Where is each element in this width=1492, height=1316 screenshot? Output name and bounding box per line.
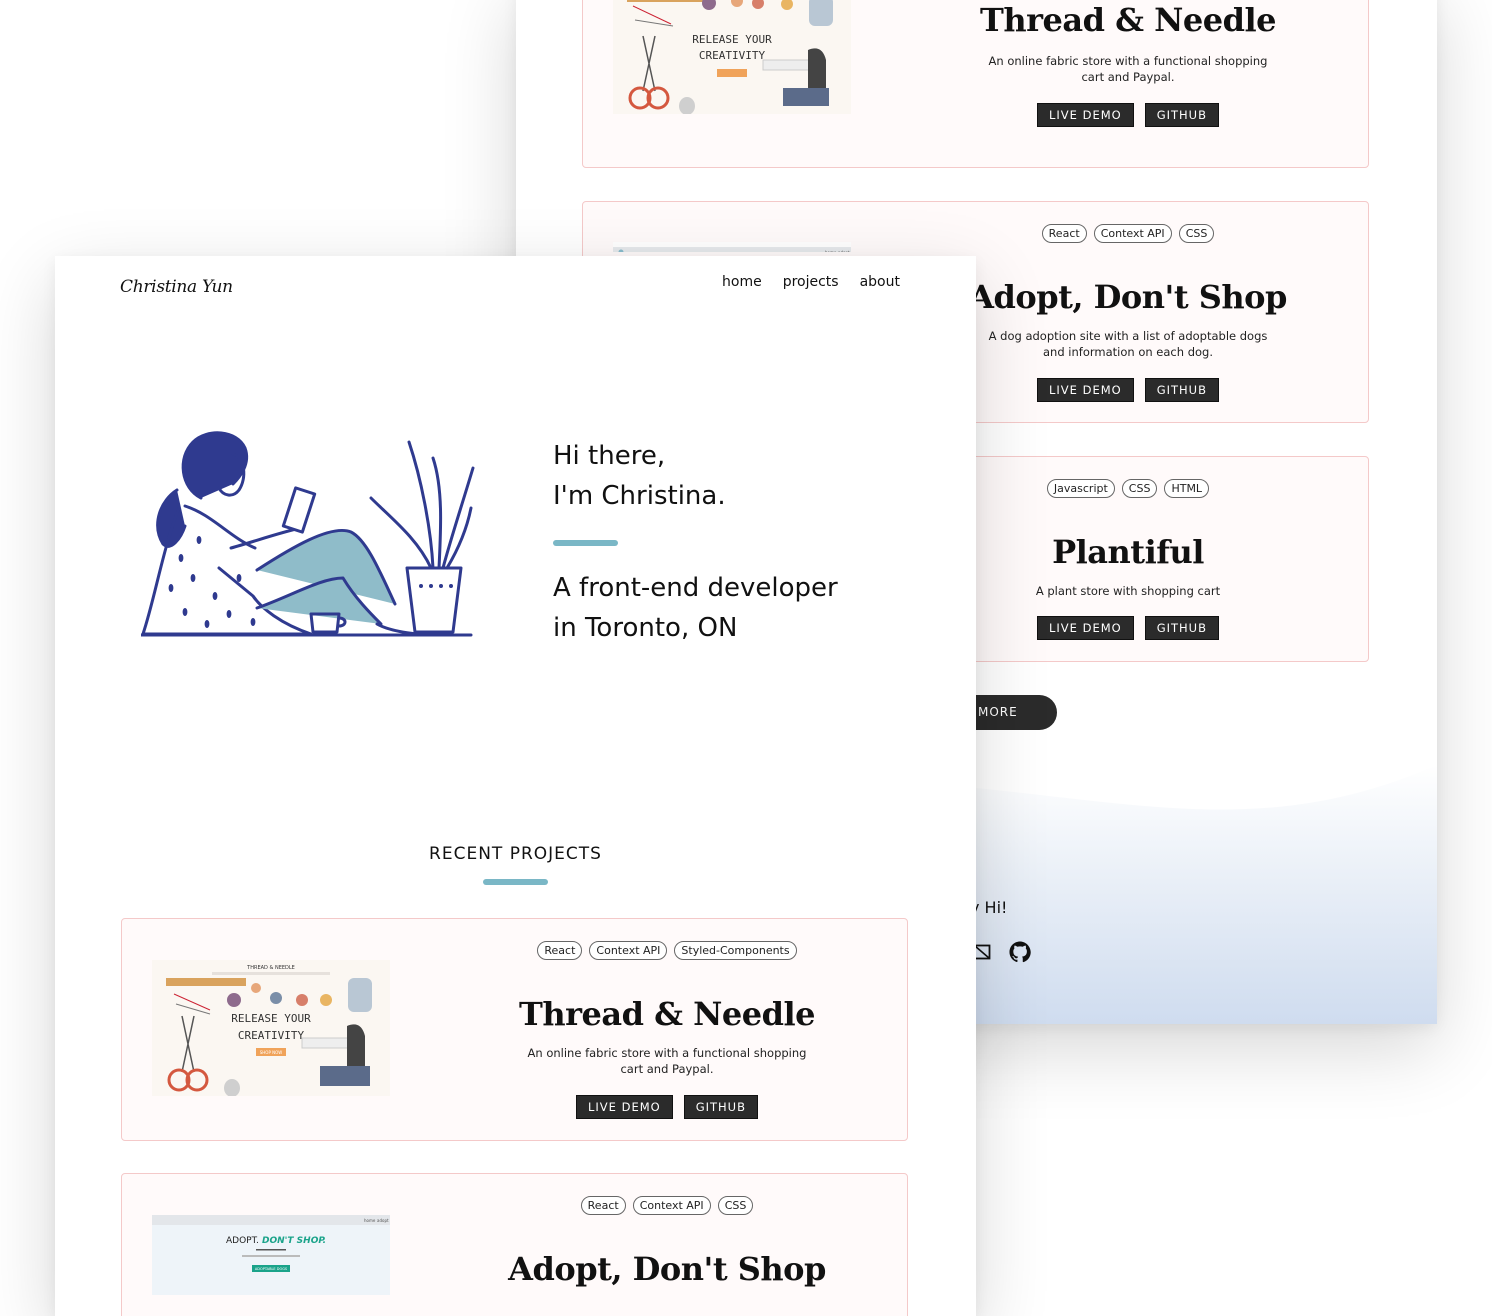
- tech-tag: HTML: [1164, 479, 1210, 498]
- project-title: Plantiful: [1052, 533, 1204, 571]
- project-thumbnail: RELEASE YOUR CREATIVITY: [613, 0, 851, 114]
- thumb-headline: CREATIVITY: [699, 49, 766, 62]
- tech-tag: React: [537, 941, 583, 960]
- project-description: A dog adoption site with a list of adopt…: [988, 329, 1268, 359]
- hero-line: Hi there,: [553, 441, 666, 471]
- hero-line: in Toronto, ON: [553, 613, 738, 643]
- woman-reading-illustration: [141, 431, 475, 637]
- tech-tag: Styled-Components: [674, 941, 797, 960]
- live-demo-button[interactable]: LIVE DEMO: [1037, 103, 1134, 127]
- tech-tag: Context API: [1093, 224, 1172, 243]
- live-demo-button[interactable]: LIVE DEMO: [1037, 616, 1134, 640]
- project-thumbnail: THREAD & NEEDLE RELEASE YOUR CREATIVITY …: [152, 960, 390, 1096]
- project-card: RELEASE YOUR CREATIVITY Thread & Needle …: [582, 0, 1369, 168]
- nav-about-link[interactable]: about: [860, 274, 900, 290]
- tech-tag: React: [1041, 224, 1087, 243]
- project-description: An online fabric store with a functional…: [527, 1046, 807, 1076]
- project-thumbnail: home adopt ADOPT. DON'T SHOP. ADOPTABLE …: [152, 1215, 390, 1295]
- project-title: Adopt, Don't Shop: [969, 278, 1287, 316]
- thumb-headline: CREATIVITY: [238, 1029, 305, 1042]
- github-icon[interactable]: [1009, 941, 1031, 963]
- hero-divider: [553, 540, 618, 546]
- tech-tag: React: [580, 1196, 626, 1215]
- thumb-headline: RELEASE YOUR: [692, 33, 772, 46]
- thumb-nav-link: home: [364, 1218, 376, 1223]
- hero-greeting: Hi there, I'm Christina.: [553, 436, 726, 516]
- home-page-window: Christina Yun home projects about Hi the…: [55, 256, 976, 1316]
- github-button[interactable]: GITHUB: [1144, 378, 1219, 402]
- tech-tag: CSS: [717, 1196, 754, 1215]
- project-description: An online fabric store with a functional…: [988, 54, 1268, 84]
- thread-needle-screenshot: RELEASE YOUR CREATIVITY: [613, 0, 851, 114]
- thumb-nav-link: home: [825, 250, 837, 252]
- more-button-label: MORE: [978, 705, 1018, 719]
- project-description: A plant store with shopping cart: [1035, 584, 1221, 598]
- project-card: home adopt ADOPT. DON'T SHOP. ADOPTABLE …: [121, 1173, 908, 1316]
- adopt-screenshot: home adopt ADOPT. DON'T SHOP. ADOPTABLE …: [152, 1215, 390, 1295]
- thumb-nav-link: adopt: [838, 250, 850, 252]
- tech-tag: Javascript: [1046, 479, 1115, 498]
- site-logo[interactable]: Christina Yun: [119, 266, 239, 306]
- tech-tag: CSS: [1121, 479, 1158, 498]
- github-button[interactable]: GITHUB: [1144, 103, 1219, 127]
- tech-tag: CSS: [1178, 224, 1215, 243]
- thumb-headline: RELEASE YOUR: [231, 1012, 311, 1025]
- project-card: THREAD & NEEDLE RELEASE YOUR CREATIVITY …: [121, 918, 908, 1141]
- github-button[interactable]: GITHUB: [1144, 616, 1219, 640]
- github-button[interactable]: GITHUB: [683, 1095, 758, 1119]
- main-nav: home projects about: [722, 274, 900, 290]
- thread-needle-screenshot: THREAD & NEEDLE RELEASE YOUR CREATIVITY …: [152, 960, 390, 1096]
- live-demo-button[interactable]: LIVE DEMO: [1037, 378, 1134, 402]
- thumb-nav-link: adopt: [377, 1218, 389, 1223]
- hero-line: I'm Christina.: [553, 481, 726, 511]
- project-title: Thread & Needle: [519, 995, 815, 1033]
- recent-projects-heading: RECENT PROJECTS: [429, 844, 602, 864]
- project-title: Adopt, Don't Shop: [508, 1250, 826, 1288]
- nav-projects-link[interactable]: projects: [783, 274, 839, 290]
- thumb-adopt-text: ADOPT.: [226, 1236, 259, 1246]
- tech-tag: Context API: [632, 1196, 711, 1215]
- hero-tagline: A front-end developer in Toronto, ON: [553, 568, 838, 648]
- adopt-screenshot-strip: home adopt: [613, 247, 851, 252]
- project-title: Thread & Needle: [980, 1, 1276, 39]
- logo-script: Christina Yun: [120, 277, 233, 297]
- thumb-brand: THREAD & NEEDLE: [246, 965, 295, 971]
- section-divider: [483, 879, 548, 885]
- project-thumbnail: home adopt: [613, 242, 851, 252]
- live-demo-button[interactable]: LIVE DEMO: [576, 1095, 673, 1119]
- tech-tag: Context API: [589, 941, 668, 960]
- thumb-shop-button: SHOP NOW: [260, 1050, 283, 1055]
- thumb-dont-shop-text: DON'T SHOP.: [262, 1236, 326, 1246]
- hero-line: A front-end developer: [553, 573, 838, 603]
- logo-text: Christina Yun: [120, 277, 233, 297]
- thumb-adopt-button: ADOPTABLE DOGS: [255, 1267, 288, 1271]
- nav-home-link[interactable]: home: [722, 274, 762, 290]
